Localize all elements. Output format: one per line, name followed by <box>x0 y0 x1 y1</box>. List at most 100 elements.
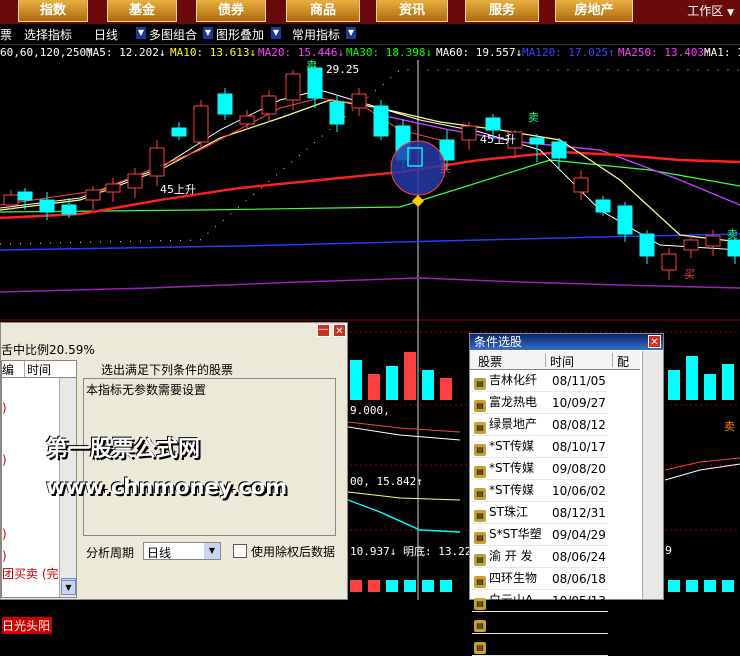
vertical-scrollbar[interactable] <box>642 351 663 599</box>
column-header-code[interactable]: 编 <box>2 361 14 378</box>
close-button[interactable]: ✕ <box>333 324 346 337</box>
nav-bond-button[interactable]: 债券 <box>196 0 266 22</box>
nav-service-button[interactable]: 服务 <box>465 0 539 22</box>
minimize-button[interactable]: — <box>317 324 330 337</box>
watermark-url: www.chnmoney.com <box>46 475 288 499</box>
stock-icon: ▤ <box>474 400 486 412</box>
nav-commodity-button[interactable]: 商品 <box>286 0 360 22</box>
chevron-down-icon[interactable]: ▼ <box>346 27 356 39</box>
stock-name: 绿景地产 <box>489 417 538 431</box>
highlight-circle <box>390 140 446 196</box>
stock-name-cell: ▤ *ST传媒 <box>472 479 546 502</box>
list-item[interactable]: ) <box>2 453 7 467</box>
candlestick-series <box>3 62 740 280</box>
stock-name: 富龙热电 <box>489 395 538 409</box>
ma-params: 60,60,120,250) <box>0 46 93 59</box>
column-header-time[interactable]: 时间 <box>545 353 574 369</box>
selected-list-item[interactable]: 日光头阳 <box>2 617 53 634</box>
nav-realestate-button[interactable]: 房地产 <box>555 0 633 22</box>
chevron-down-icon[interactable]: ▼ <box>136 27 146 39</box>
stock-date-cell: 09/08/20 <box>546 457 608 480</box>
stock-icon: ▤ <box>474 378 486 390</box>
list-header: 编 时间 <box>2 361 76 378</box>
indicator-bar <box>686 580 698 592</box>
exright-checkbox-label: 使用除权后数据 <box>251 545 336 559</box>
close-button[interactable]: ✕ <box>648 335 661 348</box>
indicator-bar <box>722 580 734 592</box>
nav-index-button[interactable]: 指数 <box>18 0 88 22</box>
volume-bar <box>722 364 734 400</box>
sub1-value: 9.000, <box>350 404 390 417</box>
stock-name: 渝 开 发 <box>489 549 533 563</box>
list-item[interactable]: ) <box>2 549 7 563</box>
top-navigation-bar: 指数 基金 债券 商品 资讯 服务 房地产 工作区 ▼ <box>0 0 740 24</box>
table-row[interactable]: ▤ 美的电器 09/08/04 <box>472 611 608 634</box>
table-row[interactable]: ▤ 吉林化纤 08/11/05 <box>472 370 608 392</box>
stock-date-cell: 08/06/24 <box>546 545 608 568</box>
label-45-up-2: 45上升 <box>480 133 516 146</box>
nav-fund-button[interactable]: 基金 <box>107 0 177 22</box>
toolbar-stock-label[interactable]: 票 <box>0 26 12 43</box>
stock-date-cell: 08/12/31 <box>546 501 608 524</box>
table-row[interactable]: ▤ 四环生物 08/06/18 <box>472 567 608 590</box>
moving-average-legend: 60,60,120,250) MA5: 12.202↓ MA10: 13.613… <box>0 45 740 61</box>
table-row[interactable]: ▤ S*ST华塑 09/04/29 <box>472 523 608 546</box>
stock-name: ST珠江 <box>489 505 528 519</box>
stock-date-cell: 10/05/13 <box>546 589 608 612</box>
stock-date-cell: 09/08/04 <box>546 611 608 634</box>
multi-chart-button[interactable]: 多图组合 <box>149 26 197 43</box>
stock-date-cell: 08/06/18 <box>546 567 608 590</box>
table-row[interactable]: ▤ *ST传媒 08/10/17 <box>472 435 608 458</box>
candle-body <box>261 95 277 115</box>
sub-right-num: 9 <box>665 544 672 557</box>
select-indicator-button[interactable]: 选择指标 <box>24 26 72 43</box>
candle-body <box>3 194 19 206</box>
stock-name-cell: ▤ 富龙热电 <box>472 391 546 414</box>
ma250-value: MA250: 13.403↑ <box>618 46 711 59</box>
stock-name: 吉林化纤 <box>489 373 538 387</box>
table-row[interactable]: ▤ 大冷股份 09/04/21 <box>472 633 608 656</box>
table-row[interactable]: ▤ *ST传媒 09/08/20 <box>472 457 608 480</box>
overlay-button[interactable]: 图形叠加 <box>216 26 264 43</box>
chevron-down-icon[interactable]: ▼ <box>204 543 220 559</box>
candle-body <box>39 199 55 213</box>
column-header-stock[interactable]: 股票 <box>478 353 502 370</box>
column-header-match[interactable]: 配 <box>612 353 629 369</box>
period-button[interactable]: 日线 <box>94 26 118 43</box>
candle-body <box>373 105 389 137</box>
stock-name: *ST传媒 <box>489 439 534 453</box>
stock-icon: ▤ <box>474 422 486 434</box>
table-row[interactable]: ▤ 白云山A 10/05/13 <box>472 589 608 612</box>
table-row[interactable]: ▤ 富龙热电 10/09/27 <box>472 391 608 414</box>
stock-selection-window[interactable]: 条件选股 ✕ 股票 时间 配 ▤ 吉林化纤 08/11/05 ▤ 富龙热电 10/09/2… <box>469 333 664 656</box>
column-header-time[interactable]: 时间 <box>24 361 51 378</box>
stock-name: S*ST华塑 <box>489 527 542 541</box>
exright-checkbox[interactable] <box>233 544 247 558</box>
list-item[interactable]: ) <box>2 527 7 541</box>
chevron-down-icon[interactable]: ▼ <box>271 27 281 39</box>
workzone-menu[interactable]: 工作区 ▼ <box>687 2 734 19</box>
candle-body <box>573 177 589 193</box>
table-row[interactable]: ▤ 绿景地产 08/08/12 <box>472 413 608 436</box>
stock-icon: ▤ <box>474 620 486 632</box>
period-select[interactable]: 日线 ▼ <box>143 542 221 560</box>
stock-name: *ST传媒 <box>489 483 534 497</box>
table-row[interactable]: ▤ 渝 开 发 08/06/24 <box>472 545 608 568</box>
list-item[interactable]: ) <box>2 401 7 415</box>
chevron-down-icon[interactable]: ▼ <box>203 27 213 39</box>
stock-icon: ▤ <box>474 576 486 588</box>
table-row[interactable]: ▤ *ST传媒 10/06/02 <box>472 479 608 502</box>
candle-body <box>461 125 477 141</box>
table-row[interactable]: ▤ ST珠江 08/12/31 <box>472 501 608 524</box>
candle-body <box>85 189 101 201</box>
common-indicators-button[interactable]: 常用指标 <box>292 26 340 43</box>
stock-name-cell: ▤ *ST传媒 <box>472 435 546 458</box>
nav-news-button[interactable]: 资讯 <box>376 0 448 22</box>
candle-body <box>551 141 567 159</box>
chevron-down-icon: ▼ <box>727 8 734 18</box>
chevron-down-icon[interactable]: ▼ <box>61 580 76 595</box>
candle-body <box>193 105 209 143</box>
stock-table[interactable]: ▤ 吉林化纤 08/11/05 ▤ 富龙热电 10/09/27 ▤ 绿景地产 08/08/12 ▤… <box>472 370 640 656</box>
sell-signal-1: 卖 <box>306 60 317 72</box>
candle-body <box>127 173 143 189</box>
